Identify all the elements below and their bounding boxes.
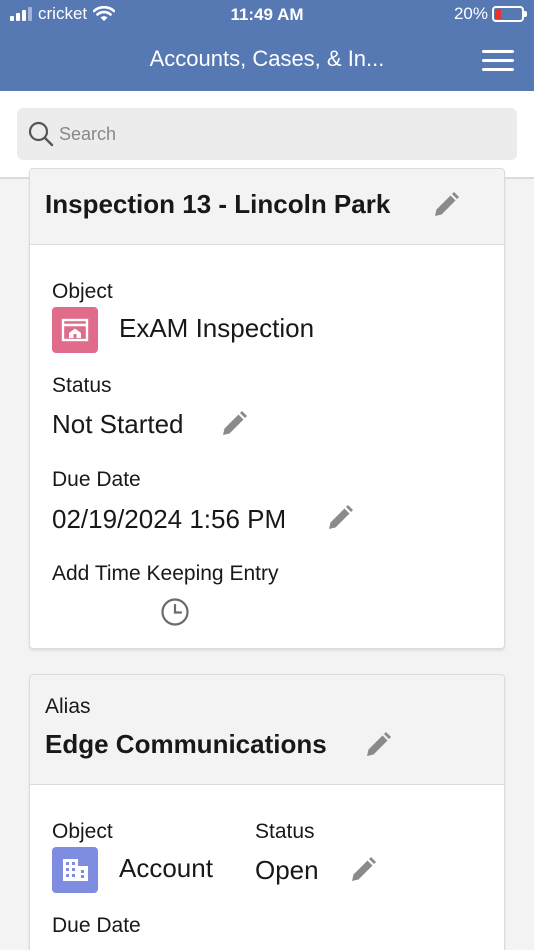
battery-icon (492, 6, 527, 22)
inspection-card: Inspection 13 - Lincoln Park Object ExAM… (29, 168, 505, 649)
battery-percent: 20% (453, 4, 488, 23)
object-label: Object (52, 820, 113, 843)
status-value: Not Started (52, 409, 184, 439)
page-title: Accounts, Cases, & In... (149, 46, 385, 71)
object-value: ExAM Inspection (119, 313, 315, 343)
search-input[interactable] (59, 108, 499, 160)
inspection-object-icon (52, 307, 98, 353)
edit-icon[interactable] (362, 729, 394, 761)
account-card: Alias Edge Communications Object Account… (29, 674, 505, 950)
battery-level (495, 9, 501, 19)
due-date-label: Due Date (52, 468, 141, 491)
account-object-icon (52, 847, 98, 893)
card-header: Inspection 13 - Lincoln Park (30, 169, 504, 245)
search-icon (28, 121, 54, 147)
edit-status-icon[interactable] (218, 408, 250, 440)
nav-bar: Accounts, Cases, & In... (0, 30, 534, 91)
search-box[interactable] (17, 108, 517, 160)
menu-icon[interactable] (482, 50, 514, 72)
card-header: Alias Edge Communications (30, 675, 504, 785)
time-keeping-label: Add Time Keeping Entry (52, 562, 279, 585)
record-title[interactable]: Edge Communications (45, 729, 327, 760)
edit-due-date-icon[interactable] (324, 502, 356, 534)
status-label: Status (52, 374, 112, 397)
status-bar: cricket 11:49 AM 20% (0, 0, 534, 30)
search-bar-container (0, 91, 534, 179)
due-date-value: 02/19/2024 1:56 PM (52, 504, 287, 534)
object-value: Account (119, 853, 213, 883)
status-value: Open (255, 855, 319, 885)
edit-icon[interactable] (430, 189, 462, 221)
clock-icon[interactable] (160, 597, 190, 627)
object-label: Object (52, 280, 113, 303)
edit-status-icon[interactable] (347, 854, 379, 886)
record-title[interactable]: Inspection 13 - Lincoln Park (45, 189, 390, 220)
alias-label: Alias (45, 695, 91, 718)
status-label: Status (255, 820, 315, 843)
due-date-label: Due Date (52, 914, 141, 937)
